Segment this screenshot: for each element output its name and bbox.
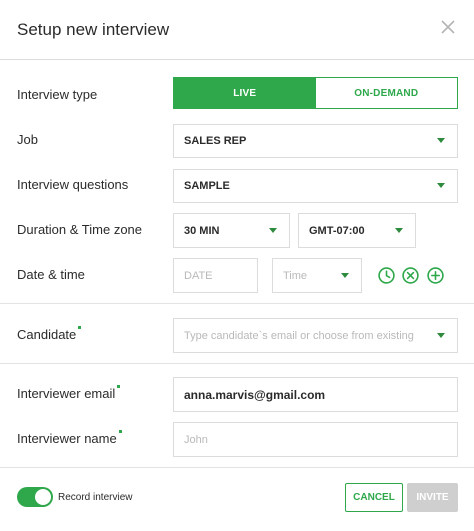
candidate-placeholder: Type candidate`s email or choose from ex… [184, 329, 414, 342]
interviewer-email-label: Interviewer email [17, 385, 121, 401]
required-indicator [117, 385, 121, 388]
chevron-down-icon [437, 138, 445, 143]
date-placeholder: DATE [184, 269, 213, 282]
record-interview-label: Record interview [58, 492, 133, 503]
clear-circle-icon[interactable] [402, 267, 419, 284]
invite-button[interactable]: INVITE [407, 483, 458, 512]
clock-icon[interactable] [378, 267, 395, 284]
time-placeholder: Time [283, 269, 308, 282]
interviewer-name-field[interactable]: John [173, 422, 458, 457]
job-label: Job [17, 132, 38, 147]
add-circle-icon[interactable] [427, 267, 444, 284]
interview-type-on-demand-option[interactable]: ON-DEMAND [315, 78, 457, 108]
chevron-down-icon [341, 272, 349, 278]
section-divider [0, 303, 474, 304]
job-select-value: SALES REP [184, 135, 247, 147]
interview-questions-value: SAMPLE [184, 180, 230, 192]
time-select[interactable]: Time [272, 258, 362, 293]
interview-type-live-option[interactable]: LIVE [174, 78, 316, 108]
candidate-label: Candidate [17, 326, 82, 342]
required-indicator [78, 326, 82, 329]
chevron-down-icon [437, 332, 445, 338]
cancel-button[interactable]: CANCEL [345, 483, 403, 512]
interview-questions-select[interactable]: SAMPLE [173, 169, 458, 203]
timezone-value: GMT-07:00 [309, 224, 365, 237]
toggle-knob [35, 489, 51, 505]
section-divider [0, 363, 474, 364]
interview-questions-label: Interview questions [17, 177, 129, 192]
duration-timezone-label: Duration & Time zone [17, 222, 143, 237]
duration-value: 30 MIN [184, 224, 220, 237]
interviewer-name-placeholder: John [184, 433, 208, 446]
interview-type-toggle: LIVE ON-DEMAND [173, 77, 458, 109]
interview-type-label: Interview type [17, 87, 98, 102]
dialog-title: Setup new interview [17, 20, 170, 39]
timezone-select[interactable]: GMT-07:00 [298, 213, 416, 248]
interviewer-email-value: anna.marvis@gmail.com [184, 387, 326, 402]
duration-select[interactable]: 30 MIN [173, 213, 290, 248]
date-input[interactable]: DATE [173, 258, 258, 293]
chevron-down-icon [437, 183, 445, 188]
record-interview-toggle[interactable] [17, 487, 53, 507]
close-icon[interactable] [440, 19, 456, 35]
dialog-header: Setup new interview [0, 0, 474, 60]
required-indicator [118, 430, 122, 433]
footer-divider [0, 467, 474, 468]
interviewer-email-field[interactable]: anna.marvis@gmail.com [173, 377, 458, 412]
candidate-select[interactable]: Type candidate`s email or choose from ex… [173, 318, 458, 353]
date-time-label: Date & time [17, 267, 85, 282]
interviewer-name-label: Interviewer name [17, 430, 122, 446]
chevron-down-icon [395, 227, 403, 233]
job-select[interactable]: SALES REP [173, 124, 458, 158]
chevron-down-icon [269, 227, 277, 233]
